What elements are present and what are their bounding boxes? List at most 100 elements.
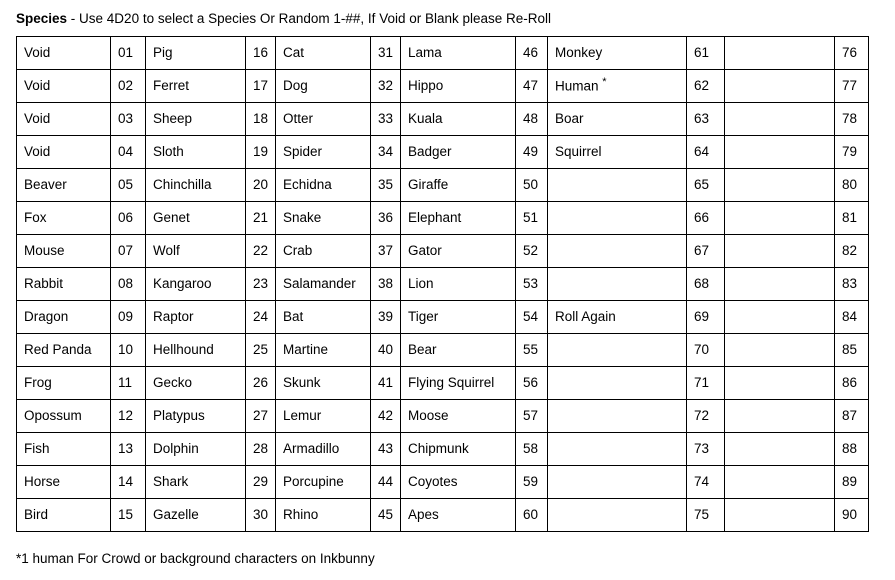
species-name-cell: Moose — [400, 399, 516, 433]
species-name-cell — [547, 267, 687, 301]
species-name-cell: Monkey — [547, 36, 687, 70]
species-name-cell — [724, 300, 835, 334]
species-name-cell: Spider — [275, 135, 371, 169]
species-name-cell: Giraffe — [400, 168, 516, 202]
species-name-cell: Platypus — [145, 399, 246, 433]
species-number-cell: 17 — [245, 69, 276, 103]
species-number-cell: 39 — [370, 300, 401, 334]
table-row: Fox 06 Genet 21 Snake 36 Elephant 51 66 81 — [16, 201, 869, 235]
species-name-cell — [547, 168, 687, 202]
species-number-cell: 63 — [686, 102, 725, 136]
species-name-cell: Beaver — [16, 168, 111, 202]
footnote: *1 human For Crowd or background charact… — [16, 551, 375, 566]
species-name-cell: Lama — [400, 36, 516, 70]
species-number-cell: 06 — [110, 201, 146, 235]
species-name-cell: Tiger — [400, 300, 516, 334]
species-name-cell: Sheep — [145, 102, 246, 136]
species-name-cell: Echidna — [275, 168, 371, 202]
table-row: Horse 14 Shark 29 Porcupine 44 Coyotes 59 74 89 — [16, 465, 869, 499]
species-number-cell: 24 — [245, 300, 276, 334]
species-number-cell: 01 — [110, 36, 146, 70]
species-name-cell: Kuala — [400, 102, 516, 136]
species-number-cell: 47 — [515, 69, 548, 103]
page-title: Species - Use 4D20 to select a Species O… — [16, 10, 551, 27]
species-name-cell — [724, 168, 835, 202]
species-number-cell: 82 — [834, 234, 869, 268]
species-number-cell: 45 — [370, 498, 401, 532]
table-row: Fish 13 Dolphin 28 Armadillo 43 Chipmunk 58 73 88 — [16, 432, 869, 466]
species-name-cell — [547, 498, 687, 532]
species-number-cell: 12 — [110, 399, 146, 433]
species-number-cell: 30 — [245, 498, 276, 532]
species-name-cell — [547, 399, 687, 433]
species-name-cell — [724, 36, 835, 70]
species-name-cell: Raptor — [145, 300, 246, 334]
species-number-cell: 89 — [834, 465, 869, 499]
species-number-cell: 56 — [515, 366, 548, 400]
species-name-cell: Dog — [275, 69, 371, 103]
species-number-cell: 27 — [245, 399, 276, 433]
species-number-cell: 86 — [834, 366, 869, 400]
species-number-cell: 71 — [686, 366, 725, 400]
species-name-cell: Pig — [145, 36, 246, 70]
species-name-cell: Salamander — [275, 267, 371, 301]
species-name-cell — [724, 333, 835, 367]
species-name-cell: Void — [16, 135, 111, 169]
species-table-body: Void 01 Pig 16 Cat 31 Lama 46 Monkey 61 76 Void 02 Fe… — [16, 36, 869, 532]
species-number-cell: 80 — [834, 168, 869, 202]
species-name-cell: Coyotes — [400, 465, 516, 499]
species-name-cell — [547, 432, 687, 466]
species-number-cell: 54 — [515, 300, 548, 334]
species-table-container: Void 01 Pig 16 Cat 31 Lama 46 Monkey 61 76 Void 02 Fe… — [16, 36, 869, 532]
species-number-cell: 78 — [834, 102, 869, 136]
species-number-cell: 44 — [370, 465, 401, 499]
page-title-bold: Species — [16, 11, 68, 26]
species-number-cell: 46 — [515, 36, 548, 70]
species-name-cell: Kangaroo — [145, 267, 246, 301]
species-name-cell: Flying Squirrel — [400, 366, 516, 400]
species-number-cell: 66 — [686, 201, 725, 235]
species-number-cell: 33 — [370, 102, 401, 136]
species-name-cell: Gecko — [145, 366, 246, 400]
species-number-cell: 81 — [834, 201, 869, 235]
species-number-cell: 37 — [370, 234, 401, 268]
table-row: Dragon 09 Raptor 24 Bat 39 Tiger 54 Roll Again 69… — [16, 300, 869, 334]
species-table-page: Species - Use 4D20 to select a Species O… — [0, 0, 895, 580]
table-row: Red Panda 10 Hellhound 25 Martine 40 Bear 55 70 8… — [16, 333, 869, 367]
species-name-cell: Bear — [400, 333, 516, 367]
species-number-cell: 55 — [515, 333, 548, 367]
species-name-cell: Fox — [16, 201, 111, 235]
species-name-cell: Hellhound — [145, 333, 246, 367]
species-name-cell: Hippo — [400, 69, 516, 103]
species-name-cell: Void — [16, 69, 111, 103]
species-name-cell — [724, 234, 835, 268]
species-name-cell: Skunk — [275, 366, 371, 400]
species-number-cell: 20 — [245, 168, 276, 202]
species-number-cell: 50 — [515, 168, 548, 202]
species-number-cell: 85 — [834, 333, 869, 367]
species-number-cell: 26 — [245, 366, 276, 400]
species-name-cell: Bat — [275, 300, 371, 334]
species-name-cell: Lion — [400, 267, 516, 301]
species-number-cell: 57 — [515, 399, 548, 433]
species-name-cell — [724, 432, 835, 466]
species-name-cell: Apes — [400, 498, 516, 532]
species-name-cell — [547, 465, 687, 499]
species-number-cell: 75 — [686, 498, 725, 532]
species-number-cell: 07 — [110, 234, 146, 268]
species-name-cell — [724, 399, 835, 433]
species-number-cell: 16 — [245, 36, 276, 70]
table-row: Void 02 Ferret 17 Dog 32 Hippo 47 Human * 62 77 — [16, 69, 869, 103]
table-row: Mouse 07 Wolf 22 Crab 37 Gator 52 67 82 — [16, 234, 869, 268]
species-name-cell — [547, 366, 687, 400]
species-number-cell: 76 — [834, 36, 869, 70]
species-name-cell: Wolf — [145, 234, 246, 268]
species-name-cell — [724, 201, 835, 235]
species-name-text: Human — [555, 78, 603, 94]
species-number-cell: 65 — [686, 168, 725, 202]
species-number-cell: 59 — [515, 465, 548, 499]
species-name-cell: Lemur — [275, 399, 371, 433]
table-row: Bird 15 Gazelle 30 Rhino 45 Apes 60 75 90 — [16, 498, 869, 532]
species-number-cell: 03 — [110, 102, 146, 136]
species-name-cell — [724, 498, 835, 532]
